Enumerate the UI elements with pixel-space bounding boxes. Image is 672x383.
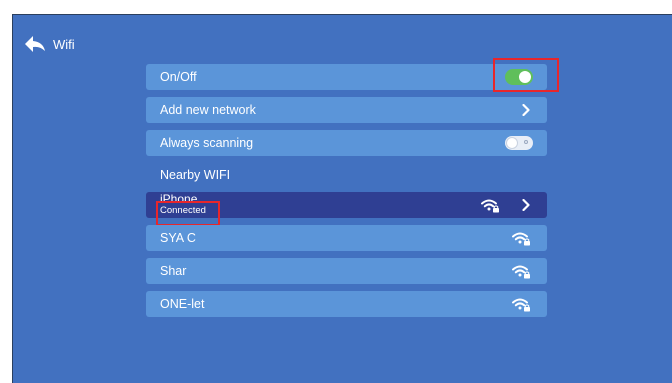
chevron-right-icon [522, 104, 530, 116]
add-network-row[interactable]: Add new network [146, 97, 547, 123]
wifi-settings-screen: Wifi On/Off Add new network Always scann… [12, 14, 672, 383]
wifi-lock-icon [512, 298, 530, 312]
wifi-lock-icon [512, 232, 530, 246]
left-border [12, 14, 13, 383]
wifi-lock-icon [481, 199, 499, 213]
page-title: Wifi [53, 36, 75, 52]
nearby-wifi-label: Nearby WIFI [160, 168, 231, 182]
nearby-wifi-header: Nearby WIFI [146, 162, 547, 188]
highlight-box-connected [156, 201, 220, 226]
back-arrow-icon [25, 36, 45, 52]
always-scanning-label: Always scanning [160, 136, 254, 150]
network-row-shar[interactable]: Shar [146, 258, 547, 284]
always-scanning-toggle[interactable] [505, 136, 533, 150]
network-name: ONE-let [160, 297, 205, 311]
toggle-off-indicator [524, 140, 528, 144]
highlight-box-toggle [493, 58, 559, 92]
chevron-right-icon [522, 199, 530, 211]
on-off-label: On/Off [160, 70, 197, 84]
network-row-sya-c[interactable]: SYA C [146, 225, 547, 251]
toggle-knob [507, 138, 517, 148]
network-row-one-let[interactable]: ONE-let [146, 291, 547, 317]
add-network-label: Add new network [160, 103, 256, 117]
always-scanning-row[interactable]: Always scanning [146, 130, 547, 156]
wifi-lock-icon [512, 265, 530, 279]
on-off-row[interactable]: On/Off [146, 64, 547, 90]
network-name: SYA C [160, 231, 196, 245]
top-border [12, 14, 672, 15]
back-button[interactable]: Wifi [24, 34, 75, 54]
network-name: Shar [160, 264, 187, 278]
